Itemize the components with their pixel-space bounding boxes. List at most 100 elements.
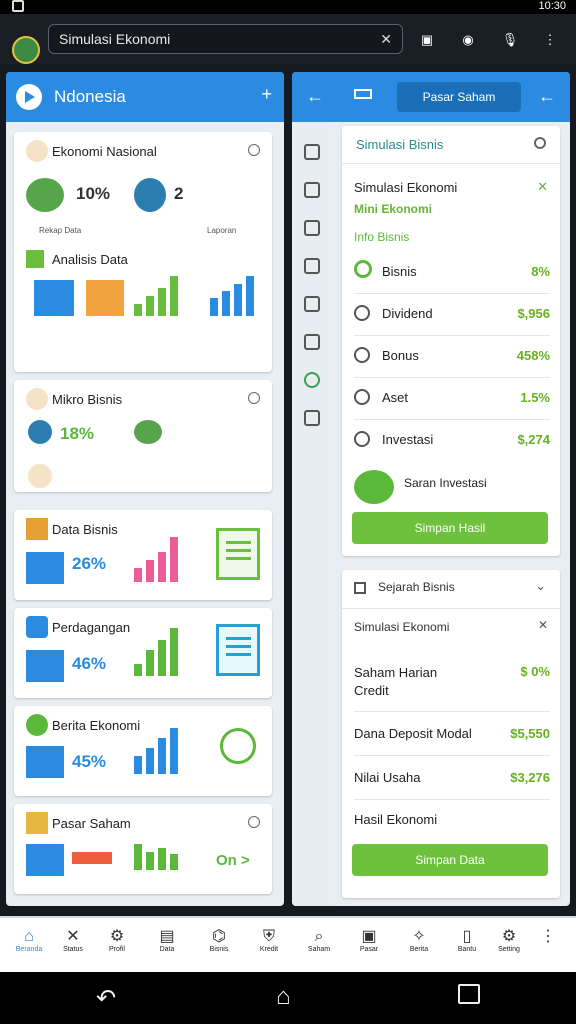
sim-row[interactable]: Aset 1.5% bbox=[354, 378, 550, 420]
card-data-bisnis[interactable]: Data Bisnis 26% bbox=[14, 510, 272, 600]
nav-settings[interactable]: ⚙ Setting bbox=[488, 928, 530, 970]
bar bbox=[146, 748, 154, 774]
header-pill[interactable]: Pasar Saham bbox=[397, 82, 521, 112]
tree-icon bbox=[134, 420, 162, 444]
system-navigation: ↶ ⌂ bbox=[0, 972, 576, 1024]
user-icon[interactable] bbox=[304, 296, 320, 312]
tag-icon[interactable] bbox=[304, 258, 320, 274]
more-icon[interactable] bbox=[248, 392, 260, 404]
profile-avatar[interactable] bbox=[12, 36, 40, 64]
address-input[interactable]: Simulasi Ekonomi ✕ bbox=[48, 24, 403, 54]
save-data-button[interactable]: Simpan Data bbox=[352, 844, 548, 876]
nav-status[interactable]: ✕ Status bbox=[52, 928, 94, 970]
card-mikro-bisnis[interactable]: Mikro Bisnis 18% bbox=[14, 380, 272, 492]
sim-row[interactable]: Bisnis 8% bbox=[354, 252, 550, 294]
more-icon[interactable]: ⋮ bbox=[528, 928, 568, 970]
book-icon[interactable] bbox=[304, 334, 320, 350]
bar bbox=[158, 552, 166, 582]
close-icon[interactable]: ✕ bbox=[538, 618, 548, 632]
search-icon[interactable] bbox=[534, 137, 546, 149]
divider bbox=[342, 608, 560, 609]
card-title: Perdagangan bbox=[52, 620, 131, 635]
box-title: Sejarah Bisnis bbox=[378, 580, 455, 594]
bar bbox=[134, 664, 142, 676]
nav-help[interactable]: ▯ Bantu bbox=[446, 928, 488, 970]
save-result-button[interactable]: Simpan Hasil bbox=[352, 512, 548, 544]
menu-icon[interactable]: ⋮ bbox=[540, 30, 560, 50]
clear-icon[interactable]: ✕ bbox=[380, 25, 392, 53]
sim-row[interactable]: Investasi $,274 bbox=[354, 420, 550, 462]
row-value: $,956 bbox=[517, 306, 550, 321]
back-arrow-icon[interactable]: ← bbox=[538, 86, 556, 107]
sim-row[interactable]: Dividend $,956 bbox=[354, 294, 550, 336]
card-pasar-saham[interactable]: Pasar Saham On > bbox=[14, 804, 272, 894]
settings-icon[interactable]: ◉ bbox=[458, 30, 478, 50]
person-icon bbox=[26, 140, 48, 162]
more-icon[interactable] bbox=[248, 816, 260, 828]
bar-chart bbox=[134, 534, 188, 582]
avatar bbox=[28, 464, 52, 488]
box-icon: ▣ bbox=[361, 928, 377, 945]
history-box: Sejarah Bisnis ⌄ Simulasi Ekonomi ✕ Saha… bbox=[342, 570, 560, 898]
nav-credit[interactable]: ⛨ Kredit bbox=[248, 928, 290, 970]
advisor-avatar bbox=[354, 470, 394, 504]
action-link[interactable]: On > bbox=[216, 852, 250, 869]
chevron-down-icon[interactable]: ⌄ bbox=[535, 578, 546, 594]
bar bbox=[158, 848, 166, 870]
percentage: 45% bbox=[72, 752, 107, 771]
camera-icon[interactable]: ▣ bbox=[417, 30, 437, 50]
card-title: Pasar Saham bbox=[52, 816, 131, 831]
bag-icon: ⌬ bbox=[212, 928, 226, 945]
nav-business[interactable]: ⌬ Bisnis bbox=[198, 928, 240, 970]
card-berita-ekonomi[interactable]: Berita Ekonomi 45% bbox=[14, 706, 272, 796]
history-row[interactable]: Nilai Usaha $3,276 bbox=[354, 756, 550, 800]
nav-profile[interactable]: ⚙ Profil bbox=[96, 928, 138, 970]
back-icon[interactable]: ↶ bbox=[96, 984, 116, 1013]
row-value: $,274 bbox=[517, 432, 550, 447]
bar bbox=[170, 276, 178, 316]
back-arrow-icon[interactable]: ← bbox=[306, 86, 324, 107]
row-label: Investasi bbox=[382, 432, 434, 447]
nav-home[interactable]: ⌂ Beranda bbox=[8, 928, 50, 970]
mic-icon[interactable]: 🎙 bbox=[500, 30, 520, 50]
add-icon[interactable]: + bbox=[261, 84, 272, 105]
home-icon[interactable] bbox=[304, 144, 320, 160]
table-icon: ▤ bbox=[159, 928, 175, 945]
sim-row[interactable]: Bonus 458% bbox=[354, 336, 550, 378]
chart-icon bbox=[26, 746, 64, 778]
bonus-icon bbox=[354, 347, 370, 363]
row-label: Dana Deposit Modal bbox=[354, 726, 472, 741]
history-row[interactable]: Hasil Ekonomi bbox=[354, 800, 550, 840]
doc-icon[interactable] bbox=[304, 220, 320, 236]
history-row[interactable]: Dana Deposit Modal $5,550 bbox=[354, 712, 550, 756]
browser-toolbar: Simulasi Ekonomi ✕ ▣ ◉ 🎙 ⋮ bbox=[0, 14, 576, 64]
history-row[interactable]: Saham Harian Credit $ 0% bbox=[354, 654, 550, 712]
close-icon[interactable]: ✕ bbox=[537, 179, 548, 195]
bar-chart bbox=[134, 268, 190, 316]
search-icon[interactable] bbox=[304, 372, 320, 388]
more-icon[interactable] bbox=[248, 144, 260, 156]
card-ekonomi-nasional[interactable]: Ekonomi Nasional 10% 2 Rekap Data Lapora… bbox=[14, 132, 272, 372]
list-icon[interactable] bbox=[304, 182, 320, 198]
bar bbox=[170, 854, 178, 870]
home-icon[interactable]: ⌂ bbox=[276, 983, 291, 1011]
card-perdagangan[interactable]: Perdagangan 46% bbox=[14, 608, 272, 698]
recent-apps-icon[interactable] bbox=[458, 984, 480, 1004]
star-icon: ✧ bbox=[412, 928, 426, 945]
row-label: Bonus bbox=[382, 348, 419, 363]
nav-data[interactable]: ▤ Data bbox=[146, 928, 188, 970]
bar-chart bbox=[210, 268, 264, 316]
section-title: Analisis Data bbox=[52, 252, 128, 267]
nav-market[interactable]: ▣ Pasar bbox=[348, 928, 390, 970]
tab-icon[interactable] bbox=[354, 89, 372, 99]
nav-stocks[interactable]: ⌕ Saham bbox=[298, 928, 340, 970]
row-label: Saham Harian Credit bbox=[354, 665, 438, 698]
person-icon bbox=[26, 388, 48, 410]
grid-icon[interactable] bbox=[304, 410, 320, 426]
bar bbox=[170, 728, 178, 774]
sub-label-right: Laporan bbox=[207, 226, 237, 235]
document-icon bbox=[216, 528, 260, 580]
clock-icon bbox=[220, 728, 256, 764]
bar bbox=[146, 560, 154, 582]
nav-news[interactable]: ✧ Berita bbox=[398, 928, 440, 970]
